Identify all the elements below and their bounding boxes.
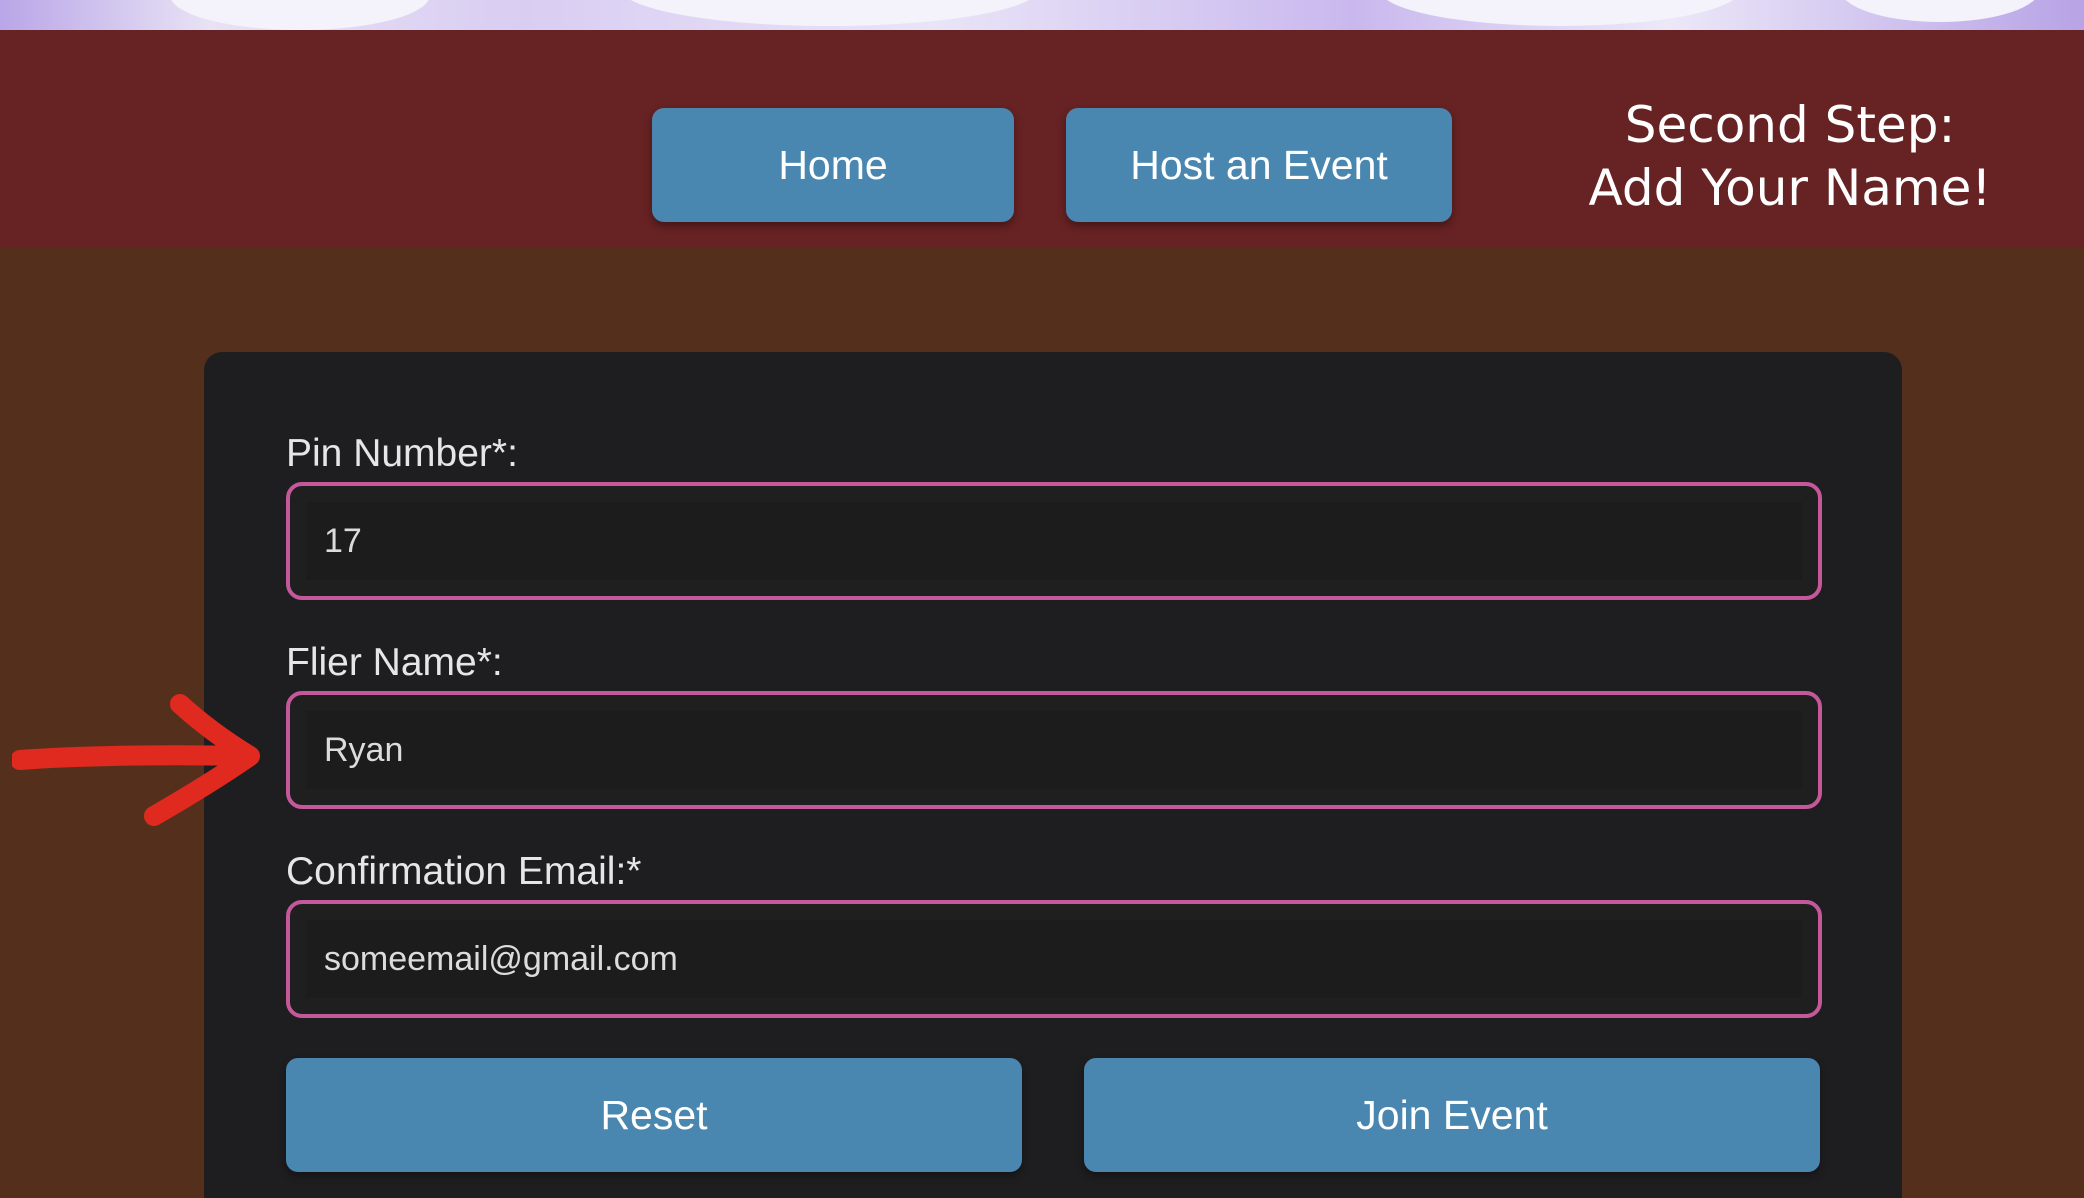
- reset-button[interactable]: Reset: [286, 1058, 1022, 1172]
- flier-name-field-box: [286, 691, 1822, 809]
- confirmation-email-input[interactable]: [306, 920, 1802, 998]
- red-arrow-icon: [12, 694, 260, 826]
- step-instruction-line-2: Add Your Name!: [1588, 159, 1992, 217]
- home-button[interactable]: Home: [652, 108, 1014, 222]
- host-event-button[interactable]: Host an Event: [1066, 108, 1452, 222]
- join-event-button[interactable]: Join Event: [1084, 1058, 1820, 1172]
- pin-number-field-box: [286, 482, 1822, 600]
- header-background-image: [0, 0, 2084, 30]
- pin-number-input[interactable]: [306, 502, 1802, 580]
- step-instruction: Second Step: Add Your Name!: [1540, 94, 2040, 220]
- pin-number-label: Pin Number*:: [286, 432, 518, 475]
- confirmation-email-field-box: [286, 900, 1822, 1018]
- flier-name-label: Flier Name*:: [286, 641, 503, 684]
- confirmation-email-label: Confirmation Email:*: [286, 850, 642, 893]
- flier-name-input[interactable]: [306, 711, 1802, 789]
- step-instruction-line-1: Second Step:: [1624, 96, 1956, 154]
- header-bar: Home Host an Event Second Step: Add Your…: [0, 30, 2084, 248]
- join-event-form: Pin Number*: Flier Name*: Confirmation E…: [204, 352, 1902, 1198]
